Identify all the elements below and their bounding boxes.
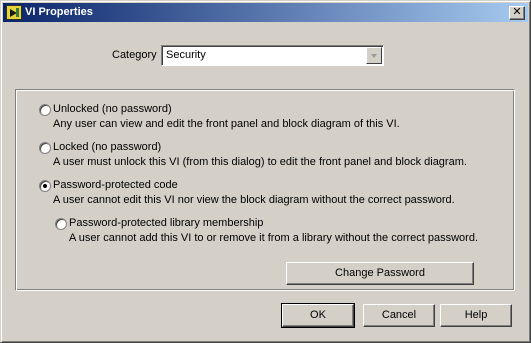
close-button[interactable]: ✕ bbox=[509, 6, 525, 20]
ok-button[interactable]: OK bbox=[281, 303, 355, 328]
security-options-group: Unlocked (no password) Any user can view… bbox=[15, 89, 515, 291]
category-value: Security bbox=[166, 49, 206, 61]
radio-unlocked[interactable] bbox=[39, 104, 51, 116]
radio-selected-dot bbox=[43, 184, 47, 188]
change-password-button[interactable]: Change Password bbox=[286, 262, 474, 285]
dropdown-arrow-icon[interactable] bbox=[366, 47, 382, 64]
close-icon: ✕ bbox=[512, 6, 522, 18]
title-bar[interactable]: VI Properties ✕ bbox=[3, 3, 528, 22]
window-title: VI Properties bbox=[25, 6, 93, 18]
option-description: A user must unlock this VI (from this di… bbox=[53, 156, 467, 168]
radio-library-membership[interactable] bbox=[55, 218, 67, 230]
help-button[interactable]: Help bbox=[440, 304, 512, 327]
option-description: A user cannot add this VI to or remove i… bbox=[69, 232, 479, 244]
category-label: Category bbox=[112, 49, 157, 61]
category-dropdown[interactable]: Security bbox=[161, 45, 384, 66]
labview-app-icon bbox=[6, 5, 22, 20]
dialog-window: VI Properties ✕ Category Security Unlock… bbox=[0, 0, 531, 343]
radio-locked[interactable] bbox=[39, 142, 51, 154]
option-description: A user cannot edit this VI nor view the … bbox=[53, 194, 455, 206]
option-label: Locked (no password) bbox=[53, 141, 162, 153]
option-description: Any user can view and edit the front pan… bbox=[53, 118, 400, 130]
option-label: Unlocked (no password) bbox=[53, 103, 172, 115]
option-label: Password-protected code bbox=[53, 179, 178, 191]
option-label: Password-protected library membership bbox=[69, 217, 264, 229]
radio-password-protected[interactable] bbox=[39, 180, 51, 192]
cancel-button[interactable]: Cancel bbox=[363, 304, 435, 327]
